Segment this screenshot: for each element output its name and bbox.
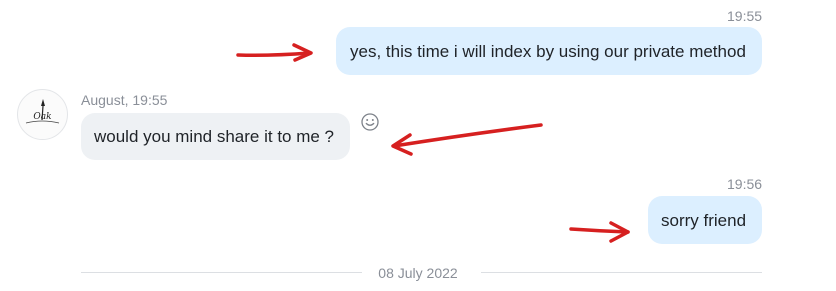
- red-arrow-icon: [391, 123, 543, 156]
- chat-conversation: 19:55 yes, this time i will index by usi…: [0, 0, 836, 291]
- annotation-layer: [236, 43, 630, 243]
- red-arrow-icon: [236, 43, 313, 62]
- red-arrow-icon: [569, 221, 630, 243]
